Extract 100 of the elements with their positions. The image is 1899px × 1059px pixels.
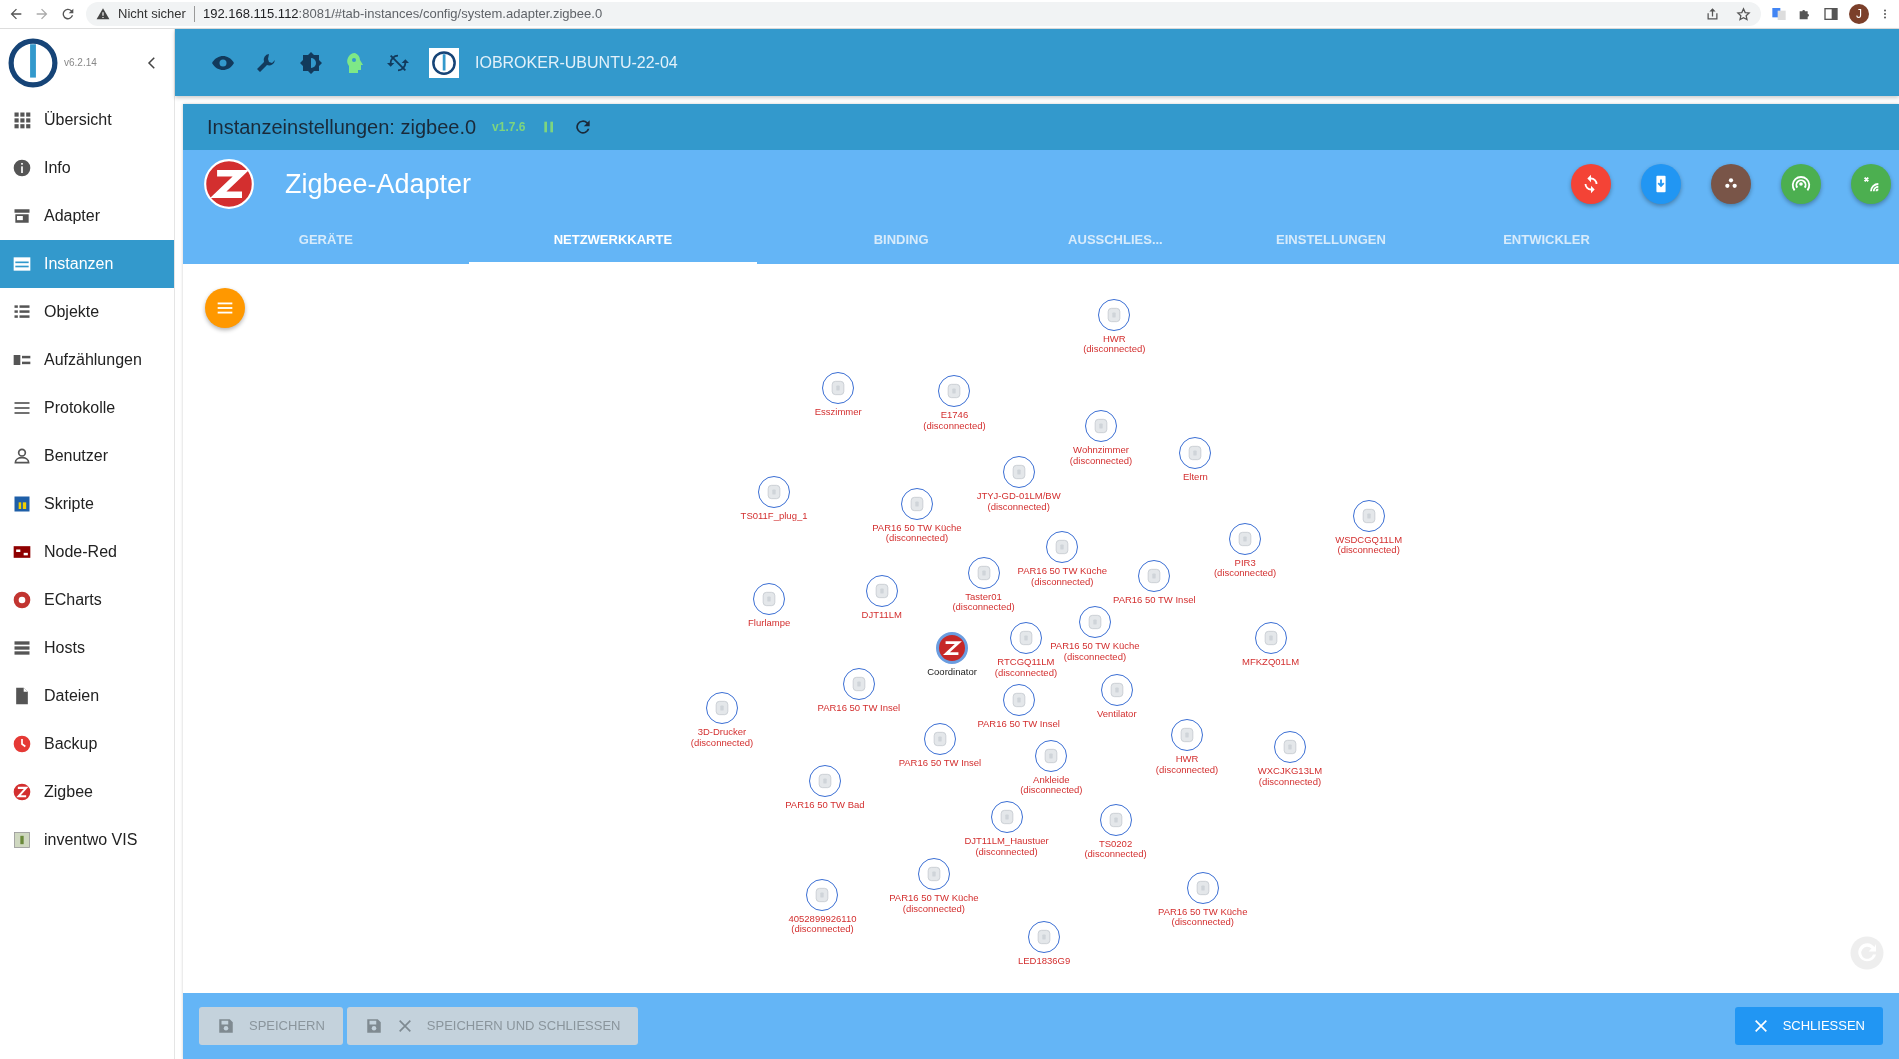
node-label: PAR16 50 TW Insel [977,718,1060,730]
device-node[interactable] [900,487,933,520]
panel-icon [12,830,32,850]
sidebar-item[interactable]: Aufzählungen [0,336,174,384]
device-node[interactable] [1002,456,1035,489]
address-text[interactable]: 192.168.115.112:8081/#tab-instances/config/system.adapter.zigbee.0 [202,4,603,24]
device-node[interactable] [1078,606,1111,639]
action-button[interactable] [1851,164,1891,204]
store-icon [12,206,32,226]
node-label: WXCJKG13LM (disconnected) [1257,766,1323,788]
action-button[interactable] [1711,164,1751,204]
z-logo-icon [203,158,255,210]
footer-button: SPEICHERN [199,1007,343,1045]
action-button[interactable] [1641,164,1681,204]
node-label: DJT11LM [861,609,903,621]
device-node[interactable] [1138,560,1171,593]
version-text: v1.7.6 [492,119,526,136]
device-node[interactable] [923,722,956,755]
footer-button: SPEICHERN UND SCHLIESSEN [346,1007,639,1045]
sidebar-item[interactable]: Skripte [0,480,174,528]
node-label: PAR16 50 TW Insel [898,757,982,769]
node-label: Wohnzimmer (disconnected) [1069,445,1133,467]
forward-icon[interactable] [34,6,50,22]
sidebar-item[interactable]: inventwo VIS [0,816,174,864]
device-node[interactable] [1186,871,1219,904]
menu-button[interactable] [205,288,245,328]
back-icon[interactable] [8,6,24,22]
sidebar-item[interactable]: Info [0,144,174,192]
sidebar-icon[interactable] [1823,6,1839,22]
node-label: Ankleide (disconnected) [1020,774,1083,796]
device-node[interactable] [1009,622,1042,655]
sidebar-item[interactable]: Adapter [0,192,174,240]
device-node[interactable] [1002,683,1035,716]
sidebar-item[interactable]: Zigbee [0,768,174,816]
device-node[interactable] [1098,298,1131,331]
device-node[interactable] [967,556,1000,589]
device-node[interactable] [865,574,898,607]
device-node[interactable] [1100,674,1133,707]
device-node[interactable] [990,801,1023,834]
node-label: TS0202 (disconnected) [1084,838,1147,860]
device-node[interactable] [1085,410,1117,443]
sidebar-item[interactable]: Protokolle [0,384,174,432]
node-label: RTCGQ11LM (disconnected) [994,657,1058,679]
node-label: PIR3 (disconnected) [1213,557,1277,579]
z-logo-icon [12,782,32,802]
device-node[interactable] [822,371,855,404]
device-node[interactable] [1171,719,1203,752]
server-icon [12,638,32,658]
device-node[interactable] [806,878,839,911]
logo-icon [8,37,58,88]
sidebar-item[interactable]: Node-Red [0,528,174,576]
info-icon [12,158,32,178]
node-label: HWR (disconnected) [1083,333,1146,355]
device-node[interactable] [1352,499,1385,532]
node-label: PAR16 50 TW Küche (disconnected) [1158,906,1248,928]
coordinator-node[interactable] [936,631,969,664]
node-label: PAR16 50 TW Küche (disconnected) [872,522,962,544]
node-label: Eltern [1183,471,1208,483]
profile-avatar[interactable]: J [1849,4,1869,24]
brightness-icon[interactable] [299,50,323,75]
sidebar-item[interactable]: ECharts [0,576,174,624]
device-node[interactable] [917,858,950,891]
device-node[interactable] [753,583,786,616]
node-label: Ventilator [1096,709,1137,720]
device-node[interactable] [808,765,841,798]
user-icon [12,446,32,466]
action-button[interactable] [1571,164,1611,204]
node-label: E1746 (disconnected) [923,410,986,431]
sidebar-item[interactable]: Backup [0,720,174,768]
grid-icon [12,110,32,130]
device-node[interactable] [1046,531,1079,564]
device-node[interactable] [1028,921,1061,954]
logo-icon [429,47,459,78]
device-node[interactable] [938,375,971,408]
translate-icon[interactable] [1771,6,1787,22]
device-node[interactable] [1254,622,1287,655]
node-label: WSDCGQ11LM (disconnected) [1335,534,1403,556]
device-node[interactable] [758,475,791,508]
node-label: PAR16 50 TW Küche (disconnected) [1017,566,1107,588]
star-icon[interactable] [1736,6,1751,22]
node-label: HWR (disconnected) [1155,754,1219,775]
device-node[interactable] [1179,436,1212,469]
sidebar-item[interactable]: Dateien [0,672,174,720]
sidebar-item[interactable]: Benutzer [0,432,174,480]
device-node[interactable] [1035,739,1068,772]
device-node[interactable] [1099,803,1132,836]
node-label: 4052899926110 (disconnected) [788,913,857,935]
node-label: 3D-Drucker (disconnected) [690,727,754,749]
device-node[interactable] [1273,731,1306,764]
device-node[interactable] [1229,522,1262,555]
device-node[interactable] [705,692,738,725]
security-text: Nicht sicher [118,5,186,24]
share-icon[interactable] [1705,6,1720,22]
sidebar-item[interactable]: Objekte [0,288,174,336]
reload-icon[interactable] [60,6,76,22]
sidebar-item[interactable]: Hosts [0,624,174,672]
action-button[interactable] [1781,164,1821,204]
close-icon [1752,1018,1769,1034]
sidebar-item[interactable]: Übersicht [0,96,174,144]
device-node[interactable] [842,668,875,701]
